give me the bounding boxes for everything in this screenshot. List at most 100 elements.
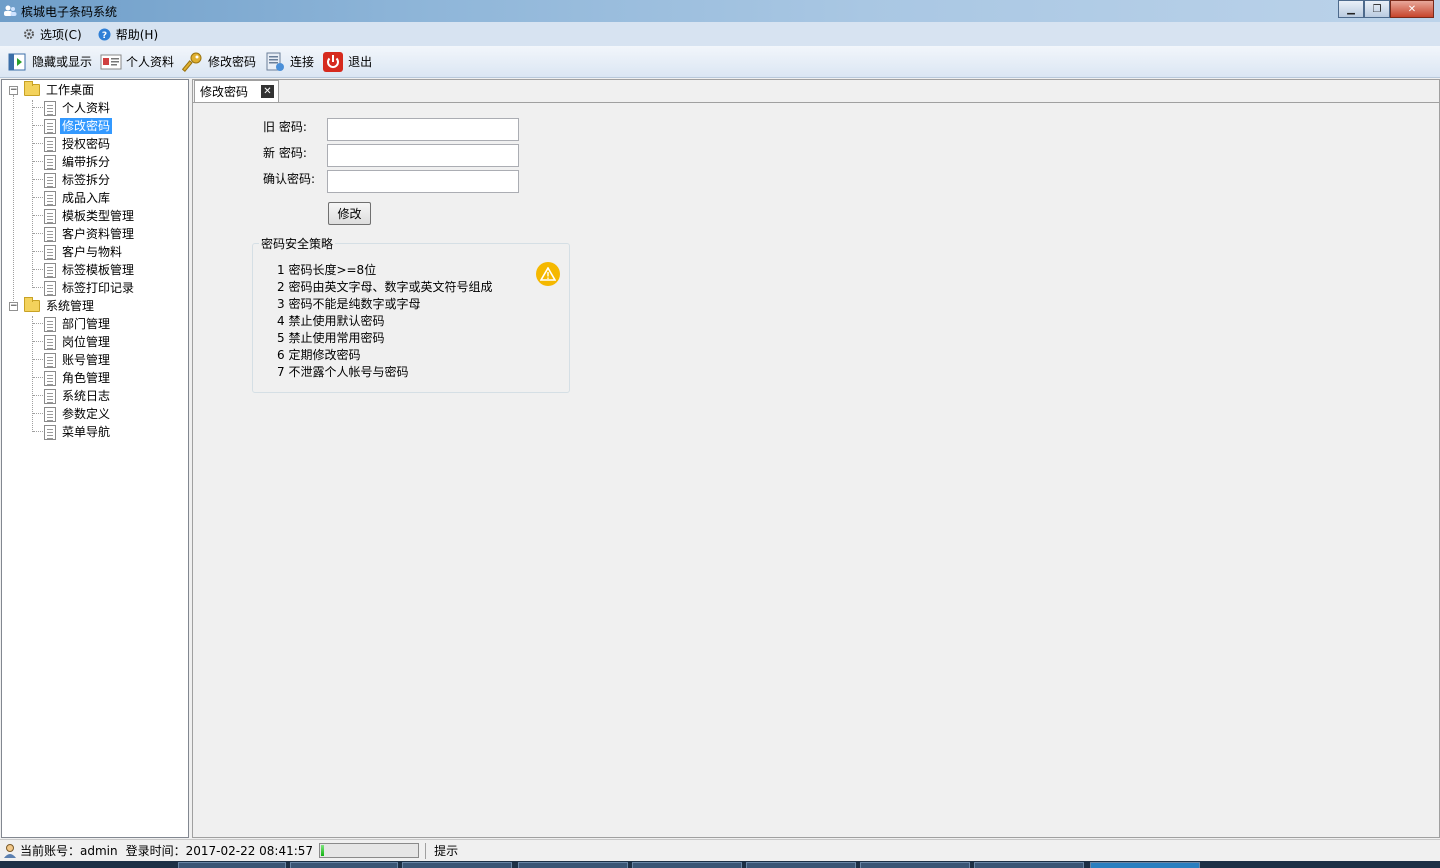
tree-item[interactable]: 成品入库 (44, 189, 112, 207)
document-icon (44, 280, 56, 296)
document-icon (44, 244, 56, 260)
svg-text:?: ? (102, 31, 107, 41)
tree-connector (33, 359, 43, 360)
tree-connector (33, 395, 43, 396)
taskbar-item[interactable] (746, 862, 856, 868)
group-expander[interactable]: − (9, 302, 18, 311)
navigation-tree: − 工作桌面 个人资料 修改密码 授权密码 编带拆分 标签拆分 成品入库 模板类… (1, 79, 189, 838)
tree-item[interactable]: 系统日志 (44, 387, 112, 405)
document-icon (44, 388, 56, 404)
policy-title: 密码安全策略 (259, 235, 336, 252)
tree-item[interactable]: 角色管理 (44, 369, 112, 387)
tree-item-label: 岗位管理 (62, 335, 111, 349)
menu-help[interactable]: ? 帮助(H) (98, 26, 158, 43)
tree-item-label: 标签模板管理 (62, 263, 135, 277)
tree-item-label: 模板类型管理 (62, 209, 135, 223)
tree-item-label: 参数定义 (62, 407, 111, 421)
status-separator (425, 842, 427, 859)
tree-item[interactable]: 标签打印记录 (44, 279, 136, 297)
tree-item[interactable]: 授权密码 (44, 135, 112, 153)
maximize-button[interactable]: ❐ (1364, 0, 1390, 18)
policy-rule: 4 禁止使用默认密码 (277, 314, 385, 328)
tree-item[interactable]: 标签模板管理 (44, 261, 136, 279)
tab-label: 修改密码 (200, 85, 249, 99)
toggle-panel-button[interactable]: 隐藏或显示 (6, 48, 92, 76)
exit-button[interactable]: 退出 (322, 48, 372, 76)
document-icon (44, 226, 56, 242)
folder-icon (24, 81, 40, 96)
current-account: 当前账号：admin (20, 844, 118, 858)
menu-options[interactable]: 选项(C) (22, 26, 82, 43)
taskbar-item[interactable] (974, 862, 1084, 868)
tree-connector (33, 233, 43, 234)
tree-item[interactable]: 参数定义 (44, 405, 112, 423)
tab-change-password[interactable]: 修改密码 ✕ (194, 80, 279, 102)
tree-item[interactable]: 编带拆分 (44, 153, 112, 171)
document-icon (44, 406, 56, 422)
confirm-password-input[interactable] (327, 170, 519, 193)
profile-button[interactable]: 个人资料 (100, 48, 174, 76)
gear-icon (22, 27, 36, 41)
tree-item[interactable]: 标签拆分 (44, 171, 112, 189)
taskbar-item-active[interactable] (1090, 862, 1200, 868)
profile-label: 个人资料 (126, 55, 175, 69)
tree-item-label: 成品入库 (62, 191, 111, 205)
tree-connector (33, 341, 43, 342)
tree-connector (32, 316, 33, 432)
tab-close-icon[interactable]: ✕ (261, 85, 274, 98)
policy-rule: 1 密码长度>=8位 (277, 263, 377, 277)
tree-connector (13, 95, 14, 305)
tree-connector (33, 161, 43, 162)
content-area: 修改密码 ✕ 旧 密码: 新 密码: 确认密码: 修改 密码安全策略 1 密码长… (192, 79, 1440, 838)
tree-item[interactable]: 客户与物料 (44, 243, 124, 261)
tree-item[interactable]: 部门管理 (44, 315, 112, 333)
new-password-input[interactable] (327, 144, 519, 167)
tree-group-system[interactable]: 系统管理 (24, 297, 96, 315)
power-icon (322, 51, 344, 73)
taskbar-item[interactable] (518, 862, 628, 868)
tree-item[interactable]: 岗位管理 (44, 333, 112, 351)
tree-item-label: 标签打印记录 (62, 281, 135, 295)
close-button[interactable]: ✕ (1390, 0, 1434, 18)
group-expander[interactable]: − (9, 86, 18, 95)
password-policy-group: 密码安全策略 1 密码长度>=8位 2 密码由英文字母、数字或英文符号组成 3 … (252, 235, 570, 393)
taskbar-item[interactable] (290, 862, 398, 868)
taskbar-item[interactable] (178, 862, 286, 868)
taskbar-item[interactable] (860, 862, 970, 868)
document-icon (44, 118, 56, 134)
policy-rule: 5 禁止使用常用密码 (277, 331, 385, 345)
tree-connector (33, 125, 43, 126)
tree-connector (33, 251, 43, 252)
connect-button[interactable]: 连接 (264, 48, 314, 76)
window-controls: ▁ ❐ ✕ (1338, 0, 1434, 18)
menu-help-label: 帮助(H) (115, 27, 159, 42)
tree-item-selected[interactable]: 修改密码 (44, 117, 113, 135)
tree-group-workdesk[interactable]: 工作桌面 (24, 81, 96, 99)
tree-item-label: 角色管理 (62, 371, 111, 385)
tree-item[interactable]: 菜单导航 (44, 423, 112, 441)
document-icon (44, 334, 56, 350)
tree-connector (33, 179, 43, 180)
tree-item[interactable]: 客户资料管理 (44, 225, 136, 243)
tree-item[interactable]: 模板类型管理 (44, 207, 136, 225)
taskbar-item[interactable] (402, 862, 512, 868)
submit-button[interactable]: 修改 (328, 202, 371, 225)
key-icon (182, 51, 204, 73)
exit-label: 退出 (348, 55, 373, 69)
change-password-button[interactable]: 修改密码 (182, 48, 256, 76)
tree-item-label: 客户资料管理 (62, 227, 135, 241)
taskbar-item[interactable] (632, 862, 742, 868)
tree-item-label: 修改密码 (60, 118, 113, 134)
document-icon (44, 208, 56, 224)
connect-label: 连接 (290, 55, 315, 69)
tree-item-label: 菜单导航 (62, 425, 111, 439)
old-password-input[interactable] (327, 118, 519, 141)
minimize-button[interactable]: ▁ (1338, 0, 1364, 18)
policy-rule: 7 不泄露个人帐号与密码 (277, 365, 409, 379)
tree-item-label: 授权密码 (62, 137, 111, 151)
tree-connector (33, 143, 43, 144)
tree-item[interactable]: 个人资料 (44, 99, 112, 117)
tree-item[interactable]: 账号管理 (44, 351, 112, 369)
tree-connector (33, 323, 43, 324)
tree-connector (33, 269, 43, 270)
